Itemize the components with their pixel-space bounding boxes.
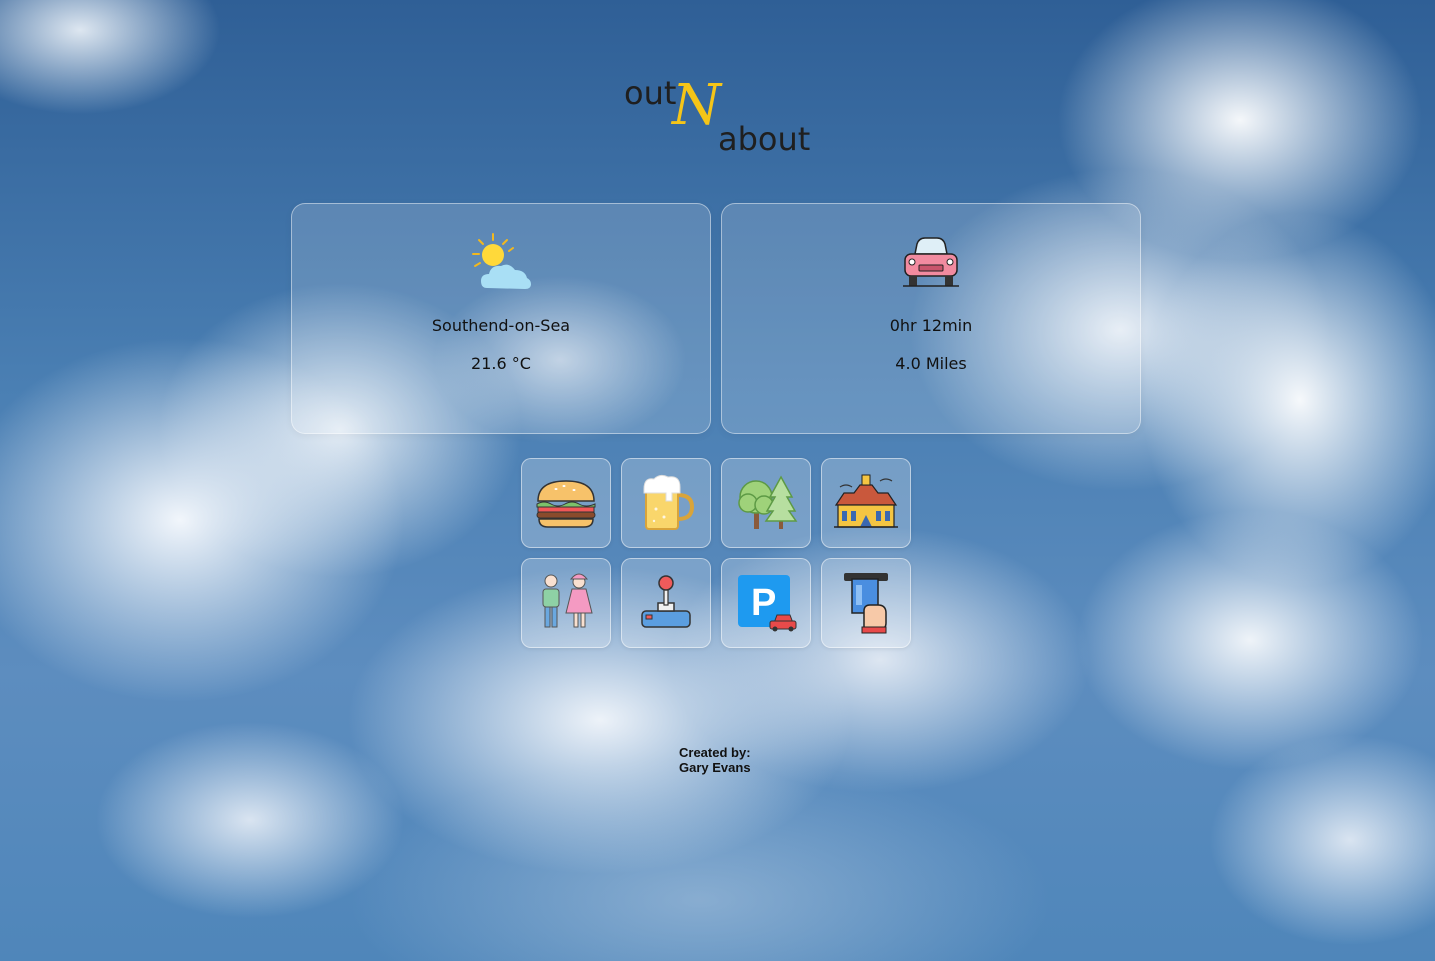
joystick-icon (641, 575, 691, 628)
museum-icon (834, 474, 898, 528)
beer-icon (643, 474, 695, 530)
travel-duration: 0hr 12min (889, 316, 973, 335)
trees-icon (738, 475, 798, 529)
kids-icon (542, 573, 593, 628)
credits: Created by: Gary Evans (679, 745, 751, 775)
category-atm-button[interactable] (821, 558, 911, 648)
travel-distance: 4.0 Miles (895, 354, 967, 373)
car-icon (903, 237, 959, 287)
credits-label: Created by: (679, 745, 751, 760)
atm-icon (844, 573, 888, 634)
category-entertainment-button[interactable] (621, 558, 711, 648)
weather-card: Southend-on-Sea 21.6 °C (291, 203, 711, 434)
sun-cloud-icon (472, 233, 531, 289)
category-parks-button[interactable] (721, 458, 811, 548)
logo-word-about: about (718, 120, 811, 158)
category-food-button[interactable] (521, 458, 611, 548)
logo-word-out: out (624, 74, 677, 112)
app-logo: out N about (624, 70, 824, 160)
category-attractions-button[interactable] (821, 458, 911, 548)
weather-location: Southend-on-Sea (431, 316, 571, 335)
travel-card: 0hr 12min 4.0 Miles (721, 203, 1141, 434)
category-family-button[interactable] (521, 558, 611, 648)
svg-text:P: P (751, 582, 776, 624)
weather-temperature: 21.6 °C (471, 354, 531, 373)
burger-icon (536, 480, 596, 528)
credits-author: Gary Evans (679, 760, 751, 775)
parking-icon: P (738, 575, 797, 632)
logo-letter-n: N (672, 73, 721, 138)
category-parking-button[interactable]: P (721, 558, 811, 648)
category-pubs-button[interactable] (621, 458, 711, 548)
